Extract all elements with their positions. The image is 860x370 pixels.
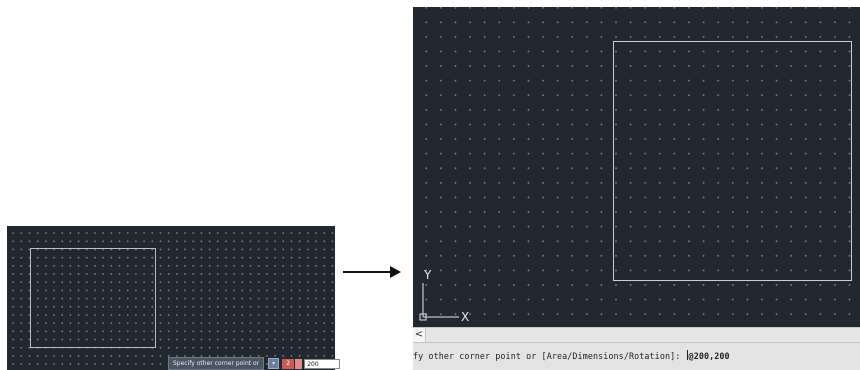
dynamic-input-field-b[interactable]: 200	[304, 358, 341, 369]
tooltip-prompt: Specify other corner point or	[168, 357, 265, 370]
ucs-axis-icon: Y X	[419, 268, 469, 321]
right-arrow-icon	[343, 266, 401, 278]
text-cursor	[686, 350, 688, 360]
dynamic-input-field-a[interactable]: 2	[282, 358, 295, 369]
large-rectangle	[613, 41, 852, 281]
y-axis-label: Y	[423, 268, 432, 282]
command-prompt: fy other corner point or [Area/Dimension…	[413, 351, 686, 361]
large-drawing-viewport[interactable]: Y X	[413, 7, 860, 327]
dynamic-input-tooltip: Specify other corner point or ▾ 2 200	[168, 357, 341, 370]
small-rectangle	[30, 248, 156, 348]
lock-icon	[295, 358, 303, 369]
command-input[interactable]: @200,200	[689, 351, 730, 361]
small-drawing-viewport[interactable]: Specify other corner point or ▾ 2 200	[7, 226, 341, 370]
down-arrow-icon[interactable]: ▾	[268, 358, 280, 369]
command-line-text: fy other corner point or [Area/Dimension…	[413, 350, 730, 361]
command-line[interactable]: fy other corner point or [Area/Dimension…	[413, 342, 860, 370]
horizontal-scrollbar[interactable]: <	[413, 327, 860, 342]
scroll-left-icon[interactable]: <	[413, 328, 426, 342]
x-axis-label: X	[461, 310, 469, 321]
